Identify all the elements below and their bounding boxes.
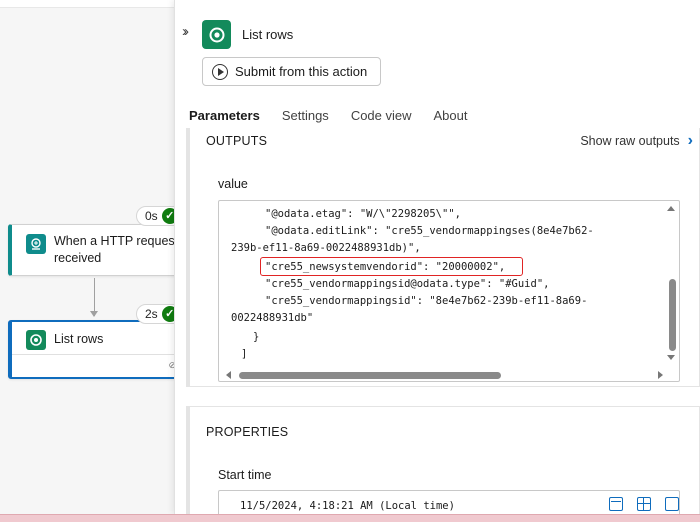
dataverse-icon	[26, 330, 46, 350]
dataverse-icon	[202, 20, 231, 49]
properties-header: PROPERTIES	[206, 425, 289, 439]
flow-canvas: When a HTTP request is received List row…	[0, 0, 174, 514]
horizontal-scrollbar[interactable]	[219, 369, 667, 381]
action-details-panel: ›› List rows Submit from this action Par…	[174, 0, 700, 514]
action-duration-badge: 2s ✓	[136, 304, 174, 324]
trigger-node[interactable]: When a HTTP request is received	[8, 224, 174, 276]
highlight-box	[260, 257, 523, 276]
outputs-header: OUTPUTS	[206, 134, 268, 148]
trigger-duration-badge: 0s ✓	[136, 206, 174, 226]
code-line: "@odata.editLink": "cre55_vendormappings…	[265, 225, 594, 237]
properties-section: PROPERTIES Start time 11/5/2024, 4:18:21…	[186, 406, 700, 514]
scroll-up-icon[interactable]	[667, 206, 675, 211]
scroll-thumb[interactable]	[669, 279, 676, 351]
code-line: "cre55_vendormappingsid@odata.type": "#G…	[265, 278, 550, 290]
code-line: "cre55_vendormappingsid": "8e4e7b62-239b…	[265, 295, 588, 307]
check-icon: ✓	[161, 306, 174, 322]
start-time-label: Start time	[218, 468, 272, 482]
taskbar-strip	[0, 514, 700, 522]
scroll-thumb[interactable]	[239, 372, 501, 379]
code-line: 239b-ef11-8a69-0022488931db)",	[231, 242, 421, 254]
list-rows-node-title: List rows	[54, 332, 104, 346]
trigger-node-title: When a HTTP request is received	[54, 234, 174, 265]
list-rows-node[interactable]: List rows ⊘	[8, 320, 174, 379]
outputs-section: OUTPUTS Show raw outputs › value "@odata…	[186, 128, 700, 387]
http-icon	[26, 234, 46, 254]
node-divider	[12, 354, 174, 355]
code-line: ]	[241, 348, 248, 360]
value-label: value	[218, 177, 248, 191]
vertical-scrollbar[interactable]	[665, 201, 679, 371]
start-time-actions	[609, 497, 679, 511]
action-duration: 2s	[145, 307, 158, 321]
show-raw-outputs-link[interactable]: Show raw outputs ›	[580, 132, 693, 149]
code-line: }	[253, 331, 260, 343]
table-icon[interactable]	[637, 497, 651, 511]
play-icon	[212, 63, 228, 80]
submit-button-label: Submit from this action	[235, 64, 368, 79]
value-output-box[interactable]: "@odata.etag": "W/\"2298205\"", "@odata.…	[218, 200, 680, 382]
start-time-value: 11/5/2024, 4:18:21 AM (Local time)	[240, 500, 455, 512]
collapse-icon[interactable]: ››	[182, 23, 189, 40]
code-line: 0022488931db"	[231, 312, 314, 324]
copy-icon[interactable]	[665, 497, 679, 511]
trigger-duration: 0s	[145, 209, 158, 223]
scroll-left-icon[interactable]	[226, 371, 231, 379]
check-icon: ✓	[161, 208, 174, 224]
scroll-down-icon[interactable]	[667, 355, 675, 360]
code-line: "@odata.etag": "W/\"2298205\"",	[265, 208, 461, 220]
panel-title: List rows	[242, 27, 294, 42]
calendar-icon[interactable]	[609, 497, 623, 511]
canvas-toolbar	[0, 0, 174, 8]
start-time-box: 11/5/2024, 4:18:21 AM (Local time)	[218, 490, 680, 514]
chevron-right-icon: ›	[687, 132, 693, 149]
submit-from-action-button[interactable]: Submit from this action	[202, 57, 381, 86]
raw-outputs-label: Show raw outputs	[580, 134, 680, 148]
scroll-right-icon[interactable]	[658, 371, 663, 379]
connector-arrow	[90, 311, 98, 317]
